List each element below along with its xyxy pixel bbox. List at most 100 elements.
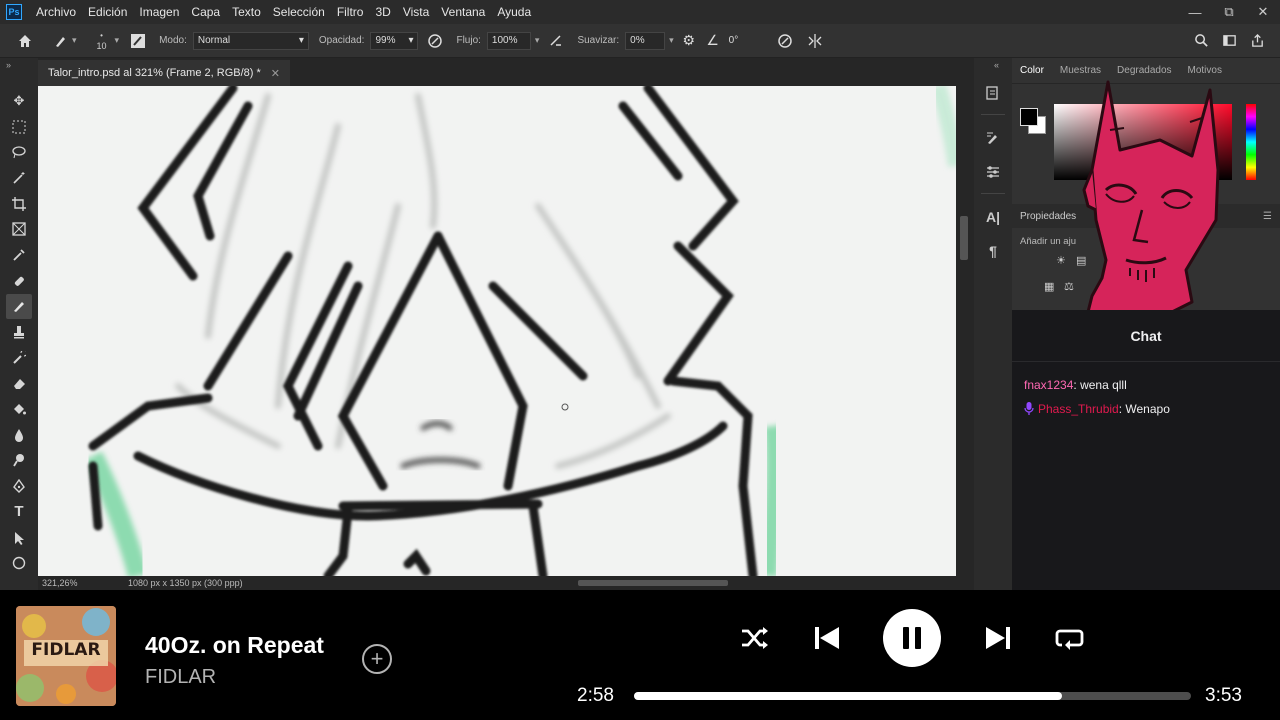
foreground-color-swatch[interactable] — [1020, 108, 1038, 126]
dodge-tool-icon[interactable] — [6, 448, 32, 474]
menu-seleccion[interactable]: Selección — [267, 5, 331, 19]
panel-menu-icon[interactable]: ☰ — [1263, 211, 1272, 222]
chat-message: Phass_Thrubid: Wenapo — [1012, 396, 1280, 420]
tab-color[interactable]: Color — [1012, 65, 1052, 76]
menu-vista[interactable]: Vista — [397, 5, 435, 19]
track-title[interactable]: 40Oz. on Repeat — [145, 632, 324, 659]
symmetry-icon[interactable] — [804, 30, 826, 52]
horizontal-scrollbar[interactable] — [578, 580, 728, 586]
eyedropper-icon[interactable] — [6, 242, 32, 268]
document-size: 1080 px x 1350 px (300 ppp) — [128, 578, 243, 588]
angle-field[interactable]: 0° — [723, 31, 758, 50]
pen-tool-icon[interactable] — [6, 473, 32, 499]
progress-bar[interactable] — [634, 692, 1191, 700]
type-tool-icon[interactable]: T — [6, 499, 32, 525]
workspace-icon[interactable] — [1218, 30, 1240, 52]
chat-username[interactable]: Phass_Thrubid — [1038, 402, 1119, 416]
magic-wand-icon[interactable] — [6, 165, 32, 191]
angle-value: 0° — [728, 35, 739, 46]
chat-panel: Chat fnax1234: wena qlll Phass_Thrubid: … — [1012, 310, 1280, 590]
vertical-scrollbar[interactable] — [956, 86, 974, 576]
document-tabbar: Talor_intro.psd al 321% (Frame 2, RGB/8)… — [38, 58, 974, 86]
chevron-down-icon: ▾ — [408, 35, 414, 46]
path-select-icon[interactable] — [6, 525, 32, 551]
chevron-down-icon[interactable]: ▾ — [535, 35, 540, 46]
blur-tool-icon[interactable] — [6, 422, 32, 448]
move-tool-icon[interactable]: ✥ — [6, 88, 32, 114]
collapse-dock-icon[interactable]: « — [994, 60, 999, 70]
pressure-size-icon[interactable] — [774, 30, 796, 52]
brush-size-picker[interactable]: • 10 — [97, 31, 107, 51]
smoothing-field[interactable]: 0% — [625, 31, 666, 50]
healing-brush-icon[interactable] — [6, 268, 32, 294]
lasso-tool-icon[interactable] — [6, 139, 32, 165]
pressure-opacity-icon[interactable] — [424, 30, 446, 52]
marquee-tool-icon[interactable] — [6, 114, 32, 140]
menu-ayuda[interactable]: Ayuda — [491, 5, 537, 19]
document-tab[interactable]: Talor_intro.psd al 321% (Frame 2, RGB/8)… — [38, 60, 290, 86]
brush-settings-panel-icon[interactable] — [980, 125, 1006, 151]
brush-settings-icon[interactable] — [127, 30, 149, 52]
gear-icon[interactable]: ⚙ — [678, 30, 700, 52]
menu-imagen[interactable]: Imagen — [133, 5, 185, 19]
crop-tool-icon[interactable] — [6, 191, 32, 217]
character-panel-icon[interactable]: A| — [980, 204, 1006, 230]
hue-slider[interactable] — [1246, 104, 1256, 180]
search-icon[interactable] — [1190, 30, 1212, 52]
restore-icon[interactable]: ⧉ — [1212, 0, 1246, 24]
menu-texto[interactable]: Texto — [226, 5, 267, 19]
menu-filtro[interactable]: Filtro — [331, 5, 370, 19]
chat-message-text: wena qlll — [1080, 378, 1127, 392]
chevron-down-icon[interactable]: ▾ — [72, 35, 77, 46]
menu-capa[interactable]: Capa — [185, 5, 226, 19]
channel-mixer-icon[interactable]: ▦ — [1044, 280, 1058, 294]
mode-select[interactable]: Normal ▾ — [192, 31, 309, 50]
previous-button[interactable] — [807, 618, 847, 658]
close-icon[interactable]: ✕ — [1246, 0, 1280, 24]
menu-edicion[interactable]: Edición — [82, 5, 133, 19]
track-artist[interactable]: FIDLAR — [145, 666, 216, 689]
chat-message: fnax1234: wena qlll — [1024, 378, 1127, 392]
zoom-level[interactable]: 321,26% — [42, 578, 128, 588]
collapse-tools-icon[interactable]: » — [6, 60, 11, 70]
menu-archivo[interactable]: Archivo — [30, 5, 82, 19]
paragraph-panel-icon[interactable]: ¶ — [980, 238, 1006, 264]
adjustments-panel-icon[interactable] — [980, 159, 1006, 185]
repeat-button[interactable] — [1050, 618, 1090, 658]
sketch-drawing — [84, 86, 956, 576]
album-cover[interactable]: FIDLAR — [16, 606, 116, 706]
flow-value: 100% — [491, 35, 518, 46]
add-adjustment-label: Añadir un aju — [1020, 236, 1076, 247]
brush-tool-icon[interactable] — [6, 293, 32, 320]
next-button[interactable] — [978, 618, 1018, 658]
frame-tool-icon[interactable] — [6, 216, 32, 242]
brush-preset-icon[interactable] — [50, 30, 72, 52]
menu-ventana[interactable]: Ventana — [435, 5, 491, 19]
chat-username[interactable]: fnax1234 — [1024, 378, 1073, 392]
flow-field[interactable]: 100% — [486, 31, 531, 50]
paint-bucket-icon[interactable] — [6, 396, 32, 422]
streamer-avatar — [1082, 80, 1220, 312]
share-icon[interactable] — [1246, 30, 1268, 52]
chevron-down-icon[interactable]: ▾ — [115, 35, 120, 46]
properties-title: Propiedades — [1020, 210, 1077, 222]
close-tab-icon[interactable]: ✕ — [271, 67, 280, 80]
history-icon[interactable] — [980, 80, 1006, 106]
brightness-icon[interactable]: ☀ — [1056, 254, 1070, 268]
add-to-library-button[interactable]: + — [362, 644, 392, 674]
opacity-field[interactable]: 99% ▾ — [370, 31, 419, 50]
chat-title: Chat — [1012, 310, 1280, 362]
history-brush-icon[interactable] — [6, 345, 32, 371]
pause-button[interactable] — [883, 609, 941, 667]
eraser-icon[interactable] — [6, 371, 32, 397]
stamp-tool-icon[interactable] — [6, 319, 32, 345]
shuffle-button[interactable] — [735, 618, 775, 658]
menu-3d[interactable]: 3D — [369, 5, 396, 19]
airbrush-icon[interactable] — [545, 30, 567, 52]
chevron-down-icon[interactable]: ▾ — [669, 35, 674, 46]
home-icon[interactable] — [14, 30, 36, 52]
canvas[interactable] — [38, 86, 956, 576]
ellipse-tool-icon[interactable] — [6, 550, 32, 576]
document-tab-title: Talor_intro.psd al 321% (Frame 2, RGB/8)… — [48, 67, 261, 79]
minimize-icon[interactable]: — — [1178, 0, 1212, 24]
